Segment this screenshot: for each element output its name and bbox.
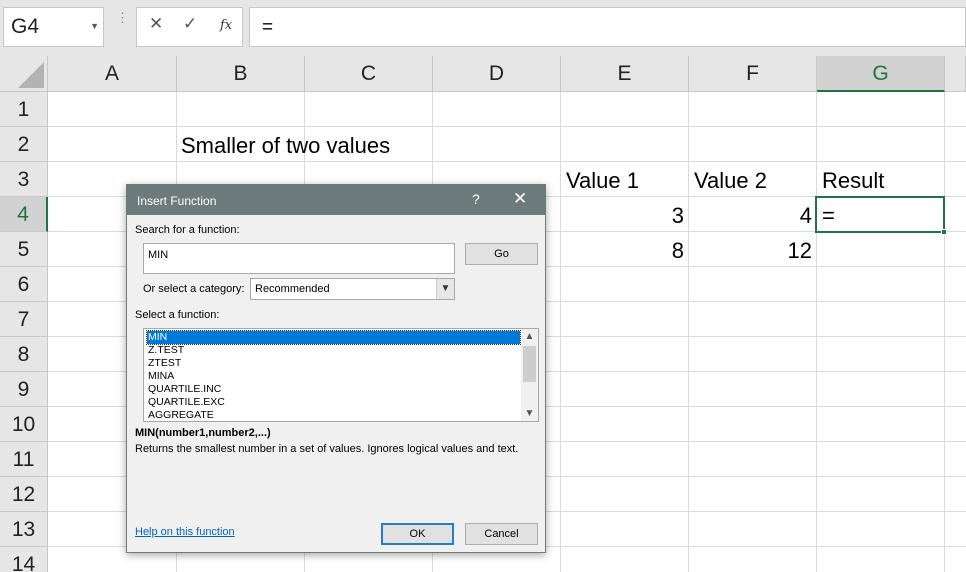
column-header-d[interactable]: D [433, 56, 561, 92]
formula-input[interactable]: = [249, 7, 966, 47]
scrollbar-thumb[interactable] [523, 346, 536, 382]
list-item[interactable]: QUARTILE.EXC [147, 396, 520, 409]
dialog-title-bar[interactable]: Insert Function ? ✕ [127, 185, 545, 215]
list-item[interactable]: MINA [147, 370, 520, 383]
row-header-9[interactable]: 9 [0, 372, 48, 407]
column-header-b[interactable]: B [177, 56, 305, 92]
ok-button[interactable]: OK [381, 523, 454, 545]
gridline [48, 126, 966, 127]
cell-f3[interactable]: Value 2 [694, 163, 767, 198]
cell-e4[interactable]: 3 [561, 198, 684, 233]
column-header-c[interactable]: C [305, 56, 433, 92]
gridline [944, 92, 945, 572]
cell-f4[interactable]: 4 [689, 198, 812, 233]
list-item[interactable]: QUARTILE.INC [147, 383, 520, 396]
list-item[interactable]: AGGREGATE [147, 409, 520, 421]
select-all-button[interactable] [0, 56, 48, 92]
row-header-5[interactable]: 5 [0, 232, 48, 267]
insert-function-dialog: Insert Function ? ✕ Search for a functio… [126, 184, 546, 553]
search-input-value: MIN [148, 249, 169, 261]
column-header-a[interactable]: A [48, 56, 177, 92]
column-header-f[interactable]: F [689, 56, 817, 92]
formula-buttons: ✕ ✓ fx [136, 7, 243, 47]
cancel-button[interactable]: Cancel [465, 523, 538, 545]
row-header-8[interactable]: 8 [0, 337, 48, 372]
category-select[interactable]: Recommended ▼ [250, 278, 455, 300]
chevron-up-icon[interactable]: ▲ [521, 329, 538, 344]
row-header-10[interactable]: 10 [0, 407, 48, 442]
formula-input-value: = [262, 17, 274, 38]
search-label: Search for a function: [135, 224, 240, 236]
name-box-value: G4 [11, 15, 40, 38]
go-button[interactable]: Go [465, 243, 538, 265]
dialog-title: Insert Function [137, 194, 217, 208]
enter-icon[interactable]: ✓ [183, 14, 197, 34]
gridline [560, 92, 561, 572]
select-function-label: Select a function: [135, 309, 220, 321]
chevron-down-icon[interactable]: ▼ [90, 21, 99, 31]
insert-function-icon[interactable]: fx [220, 18, 232, 33]
cell-g3[interactable]: Result [822, 163, 884, 198]
chevron-down-icon[interactable]: ▼ [436, 279, 454, 299]
list-scrollbar[interactable]: ▲ ▼ [521, 329, 538, 421]
fill-handle[interactable] [941, 229, 947, 235]
cell-e3[interactable]: Value 1 [566, 163, 639, 198]
column-header-g[interactable]: G [817, 56, 945, 92]
search-input[interactable]: MIN [143, 243, 455, 274]
cancel-icon[interactable]: ✕ [149, 14, 163, 34]
cell-e5[interactable]: 8 [561, 233, 684, 268]
function-description: Returns the smallest number in a set of … [135, 443, 519, 455]
select-all-triangle-icon [18, 62, 44, 88]
row-header-4[interactable]: 4 [0, 197, 48, 232]
function-signature: MIN(number1,number2,...) [135, 427, 271, 439]
row-header-11[interactable]: 11 [0, 442, 48, 477]
category-select-value: Recommended [255, 283, 330, 295]
category-label: Or select a category: [143, 283, 245, 295]
drag-handle-icon[interactable]: ⋮ [116, 11, 129, 24]
list-item[interactable]: ZTEST [147, 357, 520, 370]
row-header-6[interactable]: 6 [0, 267, 48, 302]
help-link[interactable]: Help on this function [135, 526, 235, 538]
row-header-7[interactable]: 7 [0, 302, 48, 337]
close-icon[interactable]: ✕ [513, 189, 527, 209]
formula-bar: G4 ▼ ⋮ ✕ ✓ fx = [0, 0, 966, 56]
list-item[interactable]: Z.TEST [147, 344, 520, 357]
cell-b2[interactable]: Smaller of two values [181, 128, 390, 163]
column-header-h[interactable] [945, 56, 966, 92]
row-header-13[interactable]: 13 [0, 512, 48, 547]
name-box[interactable]: G4 ▼ [3, 7, 104, 47]
row-header-2[interactable]: 2 [0, 127, 48, 162]
gridline [688, 92, 689, 572]
column-header-e[interactable]: E [561, 56, 689, 92]
list-item-selected[interactable]: MIN [146, 330, 521, 345]
row-header-14[interactable]: 14 [0, 547, 48, 572]
active-cell-border [815, 196, 947, 235]
cell-f5[interactable]: 12 [689, 233, 812, 268]
chevron-down-icon[interactable]: ▼ [521, 406, 538, 421]
gridline [816, 92, 817, 572]
help-icon[interactable]: ? [472, 191, 480, 207]
function-list[interactable]: MIN Z.TEST ZTEST MINA QUARTILE.INC QUART… [143, 328, 539, 422]
row-header-12[interactable]: 12 [0, 477, 48, 512]
row-header-1[interactable]: 1 [0, 92, 48, 127]
row-header-3[interactable]: 3 [0, 162, 48, 197]
